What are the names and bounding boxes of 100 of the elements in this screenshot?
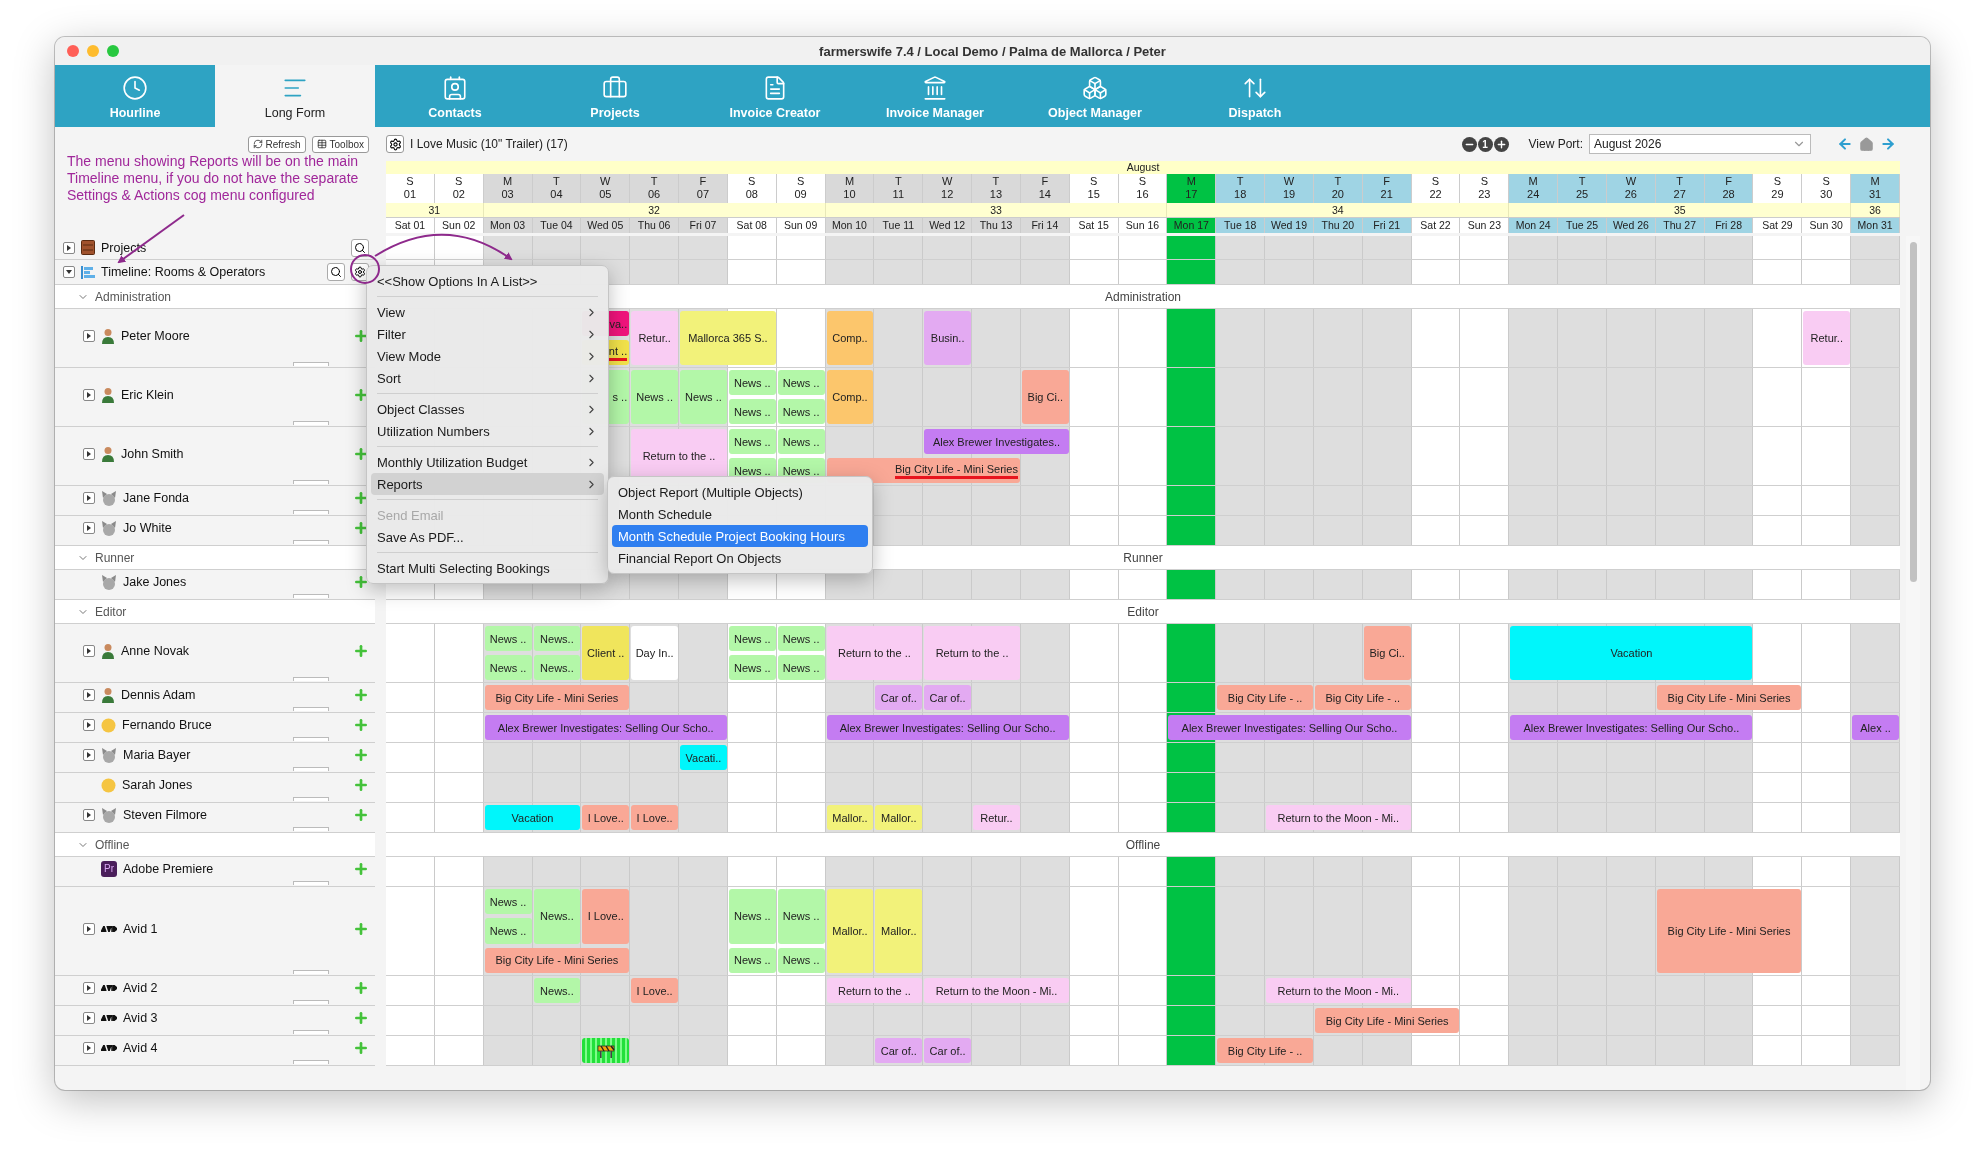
booking[interactable]: News .. [777, 655, 825, 680]
menu-item[interactable]: Object Classes [371, 398, 604, 420]
expand-toggle[interactable] [83, 809, 95, 821]
group-header[interactable]: Editor [55, 600, 375, 624]
booking[interactable]: Day In.. [631, 626, 679, 680]
booking[interactable]: News .. [728, 655, 776, 680]
next-button[interactable] [1880, 136, 1896, 152]
booking[interactable]: Alex Brewer Investigates: Selling Our Scho.. [1510, 715, 1753, 740]
resource-name[interactable]: Jo White [123, 521, 172, 535]
resize-handle[interactable] [293, 480, 329, 484]
resource-name[interactable]: Eric Klein [121, 387, 174, 402]
resource-name[interactable]: Jake Jones [123, 575, 187, 589]
booking[interactable]: Big City Life - Mini Series [1314, 1008, 1460, 1033]
booking[interactable]: News .. [777, 429, 825, 454]
add-icon[interactable] [353, 1040, 369, 1056]
expand-toggle[interactable] [83, 492, 95, 504]
booking[interactable]: News .. [631, 370, 679, 424]
resource-name[interactable]: Avid 3 [123, 1011, 158, 1025]
previous-button[interactable] [1837, 136, 1853, 152]
zoom-in-button[interactable] [1493, 136, 1509, 152]
booking[interactable]: Big City Life - .. [1217, 1038, 1313, 1063]
booking[interactable]: Comp.. [826, 311, 874, 365]
resource-name[interactable]: Avid 1 [123, 921, 158, 936]
expand-toggle[interactable] [83, 447, 95, 460]
booking[interactable]: Comp.. [826, 370, 874, 424]
booking[interactable]: I Love.. [582, 805, 630, 830]
menu-item[interactable]: View Mode [371, 345, 604, 367]
booking[interactable]: Vacation [484, 805, 581, 830]
booking[interactable]: News .. [777, 399, 825, 424]
booking[interactable]: Car of.. [875, 1038, 923, 1063]
add-icon[interactable] [353, 807, 369, 823]
booking[interactable]: Big Ci.. [1021, 370, 1069, 424]
zoom-reset-button[interactable]: 1 [1477, 136, 1493, 152]
resource-name[interactable]: Fernando Bruce [122, 718, 212, 732]
booking[interactable]: Return to the Moon - Mi.. [1266, 978, 1411, 1003]
expand-toggle[interactable] [83, 522, 95, 534]
toolbar-button[interactable]: Refresh [247, 135, 306, 153]
resource-name[interactable]: Anne Novak [121, 643, 190, 658]
booking[interactable]: News .. [484, 889, 532, 915]
resize-handle[interactable] [293, 767, 329, 771]
booking[interactable]: News.. [533, 655, 581, 680]
expand-toggle[interactable] [83, 982, 95, 994]
home-button[interactable] [1859, 136, 1874, 152]
resize-handle[interactable] [293, 707, 329, 711]
expand-toggle[interactable] [63, 241, 75, 254]
expand-toggle[interactable] [83, 689, 95, 701]
menu-item[interactable]: Object Report (Multiple Objects) [612, 481, 868, 503]
booking[interactable]: Car of.. [924, 685, 972, 710]
booking[interactable]: Return to the .. [924, 626, 1020, 680]
booking[interactable]: News .. [728, 626, 776, 651]
add-icon[interactable] [353, 642, 369, 659]
booking[interactable]: Retur.. [1803, 311, 1851, 365]
resize-handle[interactable] [293, 797, 329, 801]
resource-name[interactable]: Peter Moore [121, 328, 190, 343]
resize-handle[interactable] [293, 594, 329, 598]
menu-item[interactable]: Sort [371, 367, 604, 389]
booking[interactable]: Alex Brewer Investigates.. [924, 429, 1069, 454]
expand-toggle[interactable] [83, 749, 95, 761]
booking[interactable]: Return to the .. [826, 626, 923, 680]
expand-toggle[interactable] [83, 719, 95, 731]
add-icon[interactable] [353, 717, 369, 733]
booking[interactable]: News .. [484, 918, 532, 944]
resource-name[interactable]: Adobe Premiere [123, 862, 214, 876]
resource-name[interactable]: Dennis Adam [121, 688, 196, 702]
booking[interactable]: Big City Life - Mini Series [1656, 685, 1802, 710]
booking[interactable]: Mallor.. [875, 889, 923, 973]
resource-name[interactable]: Avid 4 [123, 1041, 158, 1055]
booking[interactable]: News.. [533, 978, 581, 1003]
add-icon[interactable] [353, 687, 369, 703]
booking[interactable]: News .. [777, 947, 825, 973]
booking[interactable]: News .. [728, 399, 776, 424]
resize-handle[interactable] [293, 510, 329, 514]
booking[interactable]: News .. [728, 429, 776, 454]
booking[interactable]: Retur.. [631, 311, 679, 365]
booking[interactable]: Return to the Moon - Mi.. [1266, 805, 1411, 830]
resource-name[interactable]: Sarah Jones [122, 778, 193, 792]
resize-handle[interactable] [293, 827, 329, 831]
expand-toggle[interactable] [83, 922, 95, 935]
resource-name[interactable]: Avid 2 [123, 981, 158, 995]
zoom-button[interactable] [107, 45, 119, 57]
resize-handle[interactable] [293, 737, 329, 741]
booking[interactable]: Big City Life - Mini Series [484, 685, 630, 710]
add-icon[interactable] [353, 777, 369, 793]
booking[interactable]: News.. [533, 626, 581, 651]
booking[interactable]: Big City Life - .. [1314, 685, 1411, 710]
booking[interactable]: News .. [484, 626, 532, 651]
booking[interactable]: News .. [777, 626, 825, 651]
booking[interactable]: News .. [728, 370, 776, 395]
add-icon[interactable] [353, 747, 369, 763]
booking[interactable]: News .. [728, 947, 776, 973]
menu-item[interactable]: Monthly Utilization Budget [371, 451, 604, 473]
expand-toggle[interactable] [83, 644, 95, 657]
resize-handle[interactable] [293, 540, 329, 544]
search-button[interactable] [327, 263, 345, 281]
resource-name[interactable]: Jane Fonda [123, 491, 190, 505]
resize-handle[interactable] [293, 421, 329, 425]
expand-toggle[interactable] [83, 1042, 95, 1054]
search-button[interactable] [351, 238, 369, 257]
zoom-out-button[interactable] [1461, 136, 1477, 152]
booking[interactable]: Vacation [1510, 626, 1753, 680]
